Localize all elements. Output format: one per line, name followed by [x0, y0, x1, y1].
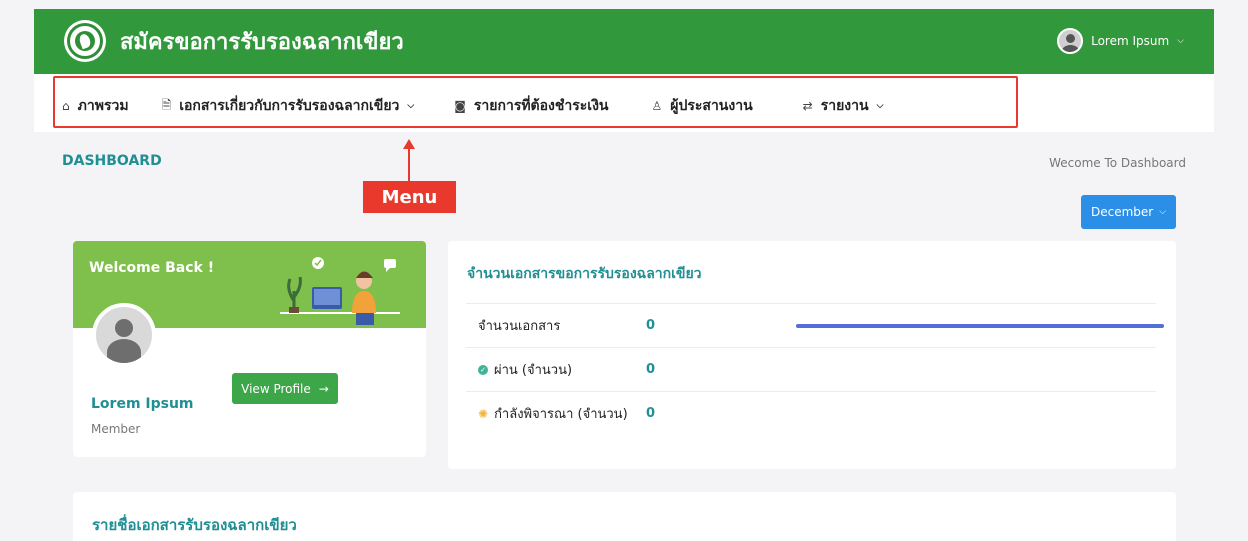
nav-item-label: ผู้ประสานงาน: [670, 98, 753, 114]
welcome-back-text: Welcome Back !: [89, 260, 215, 276]
nav-item-coordinators[interactable]: ♙ ผู้ประสานงาน: [652, 95, 753, 117]
user-menu[interactable]: Lorem Ipsum ⌵: [1057, 28, 1184, 54]
office-illustration: [280, 257, 400, 325]
user-name[interactable]: Lorem Ipsum: [1091, 34, 1169, 48]
document-list-card: รายชื่อเอกสารรับรองฉลากเขียว: [73, 492, 1176, 541]
progress-bar: [796, 324, 1164, 328]
nav-item-label: รายการที่ต้องชำระเงิน: [473, 98, 609, 114]
nav-item-label: รายงาน: [820, 98, 869, 114]
nav-item-reports[interactable]: ⇄ รายงาน ⌵: [803, 95, 884, 117]
chevron-down-icon: ⌵: [1159, 207, 1167, 217]
stats-title: จำนวนเอกสารขอการรับรองฉลากเขียว: [467, 266, 702, 282]
avatar-body: [1062, 45, 1080, 52]
annotation-arrow-line: [408, 148, 410, 181]
user-icon: ♙: [651, 99, 663, 113]
chevron-down-icon: ⌵: [1177, 36, 1184, 46]
annotation-label: Menu: [363, 181, 456, 213]
avatar-body: [107, 339, 141, 363]
chevron-down-icon: ⌵: [876, 101, 884, 111]
home-icon: ⌂: [62, 99, 70, 113]
stat-row-pending: ✺ กำลังพิจารณา (จำนวน) 0: [466, 391, 1156, 435]
stat-row-approved: ✓ ผ่าน (จำนวน) 0: [466, 347, 1156, 391]
view-profile-button[interactable]: View Profile →: [232, 373, 338, 404]
avatar-head: [115, 319, 133, 337]
list-title: รายชื่อเอกสารรับรองฉลากเขียว: [92, 516, 297, 534]
nav-menu: ⌂ ภาพรวม 🗎 เอกสารเกี่ยวกับการรับรองฉลากเ…: [62, 95, 883, 117]
money-icon: ◙: [454, 99, 466, 113]
profile-avatar: [92, 303, 156, 367]
stat-label-text: กำลังพิจารณา (จำนวน): [494, 407, 628, 422]
app-title: สมัครขอการรับรองฉลากเขียว: [120, 30, 404, 55]
nav-item-documents[interactable]: 🗎 เอกสารเกี่ยวกับการรับรองฉลากเขียว ⌵: [162, 95, 415, 117]
profile-role: Member: [91, 422, 141, 436]
page-title: DASHBOARD: [62, 153, 162, 169]
stat-value: 0: [646, 318, 656, 333]
stat-row-total: จำนวนเอกสาร 0: [466, 303, 1164, 347]
nav-item-label: เอกสารเกี่ยวกับการรับรองฉลากเขียว: [179, 98, 400, 114]
user-avatar[interactable]: [1057, 28, 1084, 54]
nav-item-payments[interactable]: ◙ รายการที่ต้องชำระเงิน: [454, 95, 608, 117]
stat-value: 0: [646, 362, 656, 377]
document-stats-card: จำนวนเอกสารขอการรับรองฉลากเขียว จำนวนเอก…: [448, 241, 1176, 469]
arrow-right-icon: →: [318, 381, 329, 396]
stat-label: ✺ กำลังพิจารณา (จำนวน): [466, 403, 646, 424]
profile-card: Welcome Back ! Lorem Ipsum Member View P…: [73, 241, 426, 457]
check-circle-icon: ✓: [478, 364, 488, 375]
stat-label: ✓ ผ่าน (จำนวน): [466, 359, 646, 380]
profile-name: Lorem Ipsum: [91, 396, 194, 412]
progress-fill: [796, 324, 1164, 328]
stat-label-text: จำนวนเอกสาร: [478, 319, 561, 334]
report-icon: ⇄: [802, 99, 813, 113]
month-dropdown-button[interactable]: December ⌵: [1081, 195, 1176, 229]
spinner-icon: ✺: [478, 406, 489, 421]
stat-label-text: ผ่าน (จำนวน): [494, 363, 573, 378]
top-header: สมัครขอการรับรองฉลากเขียว Lorem Ipsum ⌵: [34, 9, 1214, 74]
nav-item-overview[interactable]: ⌂ ภาพรวม: [62, 95, 129, 117]
month-label: December: [1090, 205, 1154, 219]
view-profile-label: View Profile: [241, 381, 311, 396]
nav-item-label: ภาพรวม: [77, 98, 129, 114]
stat-label: จำนวนเอกสาร: [466, 315, 646, 336]
document-icon: 🗎: [161, 97, 172, 112]
chevron-down-icon: ⌵: [407, 101, 415, 111]
stat-value: 0: [646, 406, 656, 421]
avatar-head: [1066, 34, 1076, 43]
welcome-text: Wecome To Dashboard: [1049, 156, 1186, 170]
green-label-logo-icon[interactable]: [64, 20, 106, 62]
